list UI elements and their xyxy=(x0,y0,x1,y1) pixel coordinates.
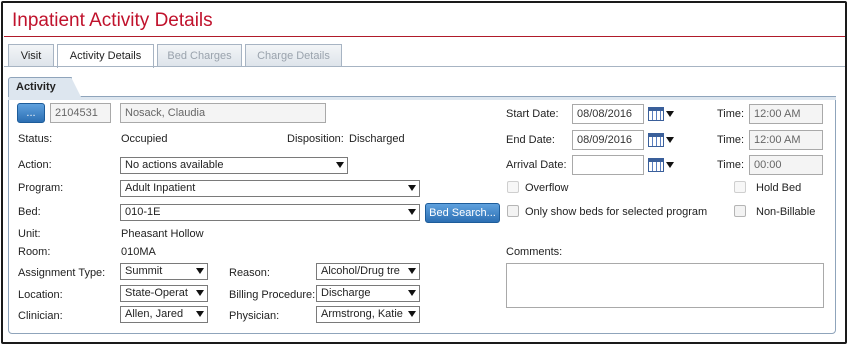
bed-label: Bed: xyxy=(18,206,41,218)
disposition-value: Discharged xyxy=(349,133,405,145)
bed-search-button[interactable]: Bed Search... xyxy=(425,203,500,223)
chevron-down-icon xyxy=(408,185,416,191)
unit-value: Pheasant Hollow xyxy=(121,228,204,240)
reason-label: Reason: xyxy=(229,267,270,279)
client-lookup-button[interactable]: ... xyxy=(17,103,45,123)
calendar-icon[interactable] xyxy=(648,158,674,172)
hold-bed-label: Hold Bed xyxy=(756,182,802,194)
bed-select[interactable]: 010-1E xyxy=(120,204,420,221)
clinician-select[interactable]: Allen, Jared xyxy=(120,306,208,323)
action-select[interactable]: No actions available xyxy=(120,157,348,174)
action-select-value: No actions available xyxy=(125,159,224,171)
arrival-date-field[interactable] xyxy=(572,155,644,175)
disposition-label: Disposition: xyxy=(287,133,344,145)
status-label: Status: xyxy=(18,133,53,145)
end-time-label: Time: xyxy=(717,134,745,146)
hold-bed-checkbox xyxy=(734,181,746,193)
location-label: Location: xyxy=(18,289,63,301)
billing-procedure-select[interactable]: Discharge xyxy=(316,285,420,302)
program-select-value: Adult Inpatient xyxy=(125,182,196,194)
arrival-time-label: Time: xyxy=(717,159,745,171)
billing-procedure-label: Billing Procedure: xyxy=(229,289,316,301)
billing-procedure-value: Discharge xyxy=(321,287,371,299)
activity-panel-header xyxy=(8,96,836,100)
program-label: Program: xyxy=(18,182,64,194)
start-time-label: Time: xyxy=(717,108,745,120)
status-value: Occupied xyxy=(121,133,168,145)
unit-label: Unit: xyxy=(18,228,41,240)
end-date-label: End Date: xyxy=(506,134,555,146)
comments-label: Comments: xyxy=(506,246,563,258)
chevron-down-icon xyxy=(408,209,416,215)
reason-value: Alcohol/Drug tre xyxy=(321,265,400,277)
bed-select-value: 010-1E xyxy=(125,206,161,218)
location-select[interactable]: State-Operat xyxy=(120,285,208,302)
assignment-type-label: Assignment Type: xyxy=(18,267,106,279)
physician-select[interactable]: Armstrong, Katie xyxy=(316,306,420,323)
comments-textarea[interactable] xyxy=(506,263,824,308)
end-time-field: 12:00 AM xyxy=(749,130,823,150)
room-value: 010MA xyxy=(121,246,156,258)
client-id-field: 2104531 xyxy=(50,103,111,123)
physician-value: Armstrong, Katie xyxy=(321,308,403,320)
physician-label: Physician: xyxy=(229,310,280,322)
only-program-beds-checkbox[interactable] xyxy=(507,205,519,217)
tab-visit[interactable]: Visit xyxy=(8,44,54,67)
calendar-icon[interactable] xyxy=(648,133,674,147)
program-select[interactable]: Adult Inpatient xyxy=(120,180,420,197)
reason-select[interactable]: Alcohol/Drug tre xyxy=(316,263,420,280)
chevron-down-icon xyxy=(196,311,204,317)
page-title: Inpatient Activity Details xyxy=(12,10,213,31)
action-label: Action: xyxy=(18,159,52,171)
calendar-icon[interactable] xyxy=(648,107,674,121)
clinician-label: Clinician: xyxy=(18,310,63,322)
overflow-checkbox xyxy=(507,181,519,193)
start-time-field: 12:00 AM xyxy=(749,104,823,124)
location-value: State-Operat xyxy=(125,287,188,299)
title-divider xyxy=(4,36,845,37)
overflow-label: Overflow xyxy=(525,182,569,194)
clinician-value: Allen, Jared xyxy=(125,308,184,320)
chevron-down-icon xyxy=(196,268,204,274)
chevron-down-icon xyxy=(196,290,204,296)
end-date-field[interactable]: 08/09/2016 xyxy=(572,130,644,150)
chevron-down-icon xyxy=(408,268,416,274)
chevron-down-icon xyxy=(336,162,344,168)
assignment-type-value: Summit xyxy=(125,265,163,277)
chevron-down-icon xyxy=(408,290,416,296)
tab-charge-details: Charge Details xyxy=(245,44,342,67)
arrival-time-field: 00:00 xyxy=(749,155,823,175)
room-label: Room: xyxy=(18,246,51,258)
assignment-type-select[interactable]: Summit xyxy=(120,263,208,280)
tabs-divider xyxy=(4,66,845,67)
start-date-field[interactable]: 08/08/2016 xyxy=(572,104,644,124)
client-name-field: Nosack, Claudia xyxy=(120,103,326,123)
tab-bed-charges: Bed Charges xyxy=(157,44,242,67)
only-program-beds-label: Only show beds for selected program xyxy=(525,206,708,218)
chevron-down-icon xyxy=(408,311,416,317)
non-billable-checkbox[interactable] xyxy=(734,205,746,217)
start-date-label: Start Date: xyxy=(506,108,559,120)
non-billable-label: Non-Billable xyxy=(756,206,816,218)
tab-activity-details[interactable]: Activity Details xyxy=(57,44,154,68)
activity-section-tab: Activity xyxy=(8,77,81,97)
arrival-date-label: Arrival Date: xyxy=(506,159,567,171)
